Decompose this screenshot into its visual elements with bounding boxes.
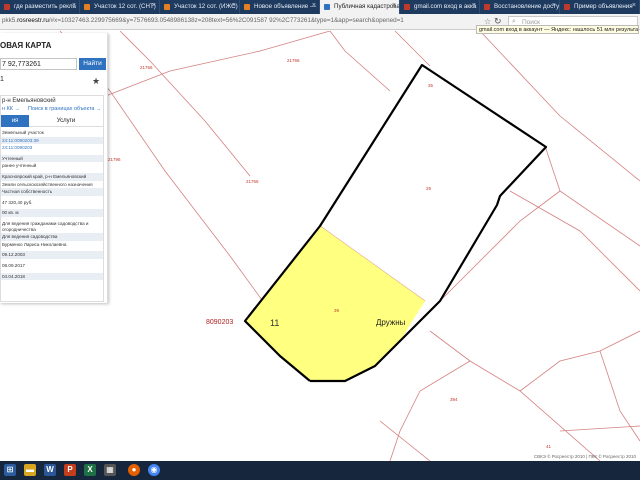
info-panel: ОВАЯ КАРТА 7 92,773261 Найти 1 ★ р-н Еме… [0, 33, 108, 303]
search-in-bounds-link[interactable]: Поиск в границах объекта → [28, 106, 101, 112]
browser-tab[interactable]: Пример объявления × [560, 0, 640, 14]
attribute-row: 00 кв. м [1, 209, 103, 217]
export-link[interactable]: н КК → [2, 106, 20, 112]
favicon-icon [404, 4, 410, 10]
folder-icon[interactable]: ▬ [24, 464, 36, 476]
result-count: 1 [0, 76, 4, 83]
close-icon[interactable]: × [632, 2, 636, 9]
attribute-row: Земли сельскохозяйственного назначения [2, 181, 93, 187]
map-label: 41 [546, 444, 552, 449]
browser-tab[interactable]: gmail.com вход в акка × [400, 0, 480, 14]
tab-strip: где разместить рекла × Участок 12 сот. (С… [0, 0, 640, 14]
attribute-row: Красноярский край, р-н Емельяновский [1, 172, 103, 181]
attribute-row: Для ведения гражданами садоводства и ого… [2, 220, 89, 232]
tab-label: Восстановление досту [494, 3, 560, 10]
windows-icon[interactable]: ⊞ [4, 464, 16, 476]
windows-taskbar: ⊞ ▬ W P X ▦ ● ◉ [0, 461, 640, 480]
tab-label: где разместить рекла [14, 3, 76, 10]
favicon-icon [244, 4, 250, 10]
map-label: 29 [426, 186, 432, 191]
cadastral-number-link[interactable]: 24:11:0090203:39 [1, 136, 103, 145]
map-label: 21766 [246, 179, 259, 184]
excel-icon[interactable]: X [84, 464, 96, 476]
attribute-row: Бурменко Лариса Николаевна [2, 241, 67, 247]
favicon-icon [324, 4, 330, 10]
favorite-star-icon[interactable]: ★ [92, 76, 100, 87]
find-button[interactable]: Найти [79, 58, 106, 70]
close-icon[interactable]: × [72, 2, 76, 9]
browser-tab[interactable]: где разместить рекла × [0, 0, 80, 14]
map-label: 21766 [287, 58, 300, 63]
attribute-row: ранее учтенный [2, 163, 37, 169]
tab-services[interactable]: Услуги [29, 115, 103, 127]
attribute-row: Для ведения садоводства [1, 233, 103, 241]
parcel-center-label: 39 [334, 308, 340, 313]
close-icon[interactable]: × [552, 2, 556, 9]
url-field[interactable]: pkk5.rosreestr.ru/#x=10327463.229975669&… [2, 17, 482, 27]
favicon-icon [564, 4, 570, 10]
attribute-row: Земельный участок [2, 130, 44, 135]
map-label: 21766 [140, 65, 153, 70]
firefox-icon[interactable]: ● [128, 464, 140, 476]
parcel-number: 11 [270, 318, 280, 328]
favicon-icon [164, 4, 170, 10]
map-label: 35 [428, 83, 434, 88]
tab-label: Пример объявления [574, 3, 633, 10]
browser-tab[interactable]: Участок 12 сот. (ИЖС) × [160, 0, 240, 14]
tab-label: Участок 12 сот. (ИЖС) [174, 3, 238, 10]
map-copyright: СВКЭ © Росреестр 2010 | ПКК © Росреестр … [533, 454, 636, 459]
card-header: р-н Емельяновский [2, 98, 56, 104]
chrome-icon[interactable]: ◉ [148, 464, 160, 476]
close-icon[interactable]: × [152, 2, 156, 9]
parcel-info-card: р-н Емельяновский н КК → Поиск в границах… [0, 95, 104, 302]
parcel-polygon[interactable] [245, 226, 425, 381]
favicon-icon [484, 4, 490, 10]
browser-tab-active[interactable]: Публичная кадастрова × [320, 0, 400, 14]
coordinates-search-input[interactable]: 7 92,773261 [0, 58, 77, 70]
favicon-icon [4, 4, 10, 10]
word-icon[interactable]: W [44, 464, 56, 476]
tab-label: gmail.com вход в акка [414, 3, 477, 10]
browser-tab[interactable]: Восстановление досту × [480, 0, 560, 14]
settlement-name: Дружны [376, 318, 406, 327]
attribute-row: 09.12.2003 [1, 251, 103, 259]
card-tabs: ия Услуги [1, 115, 103, 127]
url-prefix: pkk5. [2, 17, 18, 24]
tab-label: Участок 12 сот. (СНТ) [94, 3, 156, 10]
close-icon[interactable]: × [392, 2, 396, 9]
url-domain: rosreestr.ru [17, 17, 49, 24]
url-path: /#x=10327463.229975669&y=7576693.0548986… [48, 17, 404, 24]
map-label: 394 [450, 397, 458, 402]
powerpoint-icon[interactable]: P [64, 464, 76, 476]
map-label: 21796 [108, 157, 121, 162]
close-icon[interactable]: × [312, 2, 316, 9]
attribute-row: Частная собственность [1, 188, 103, 196]
tab-information[interactable]: ия [1, 115, 29, 127]
attribute-row: Учтенный [1, 154, 103, 163]
favicon-icon [84, 4, 90, 10]
close-icon[interactable]: × [232, 2, 236, 9]
tab-label: Новое объявление — [254, 3, 317, 10]
quarter-label: 8090203 [206, 319, 234, 326]
attribute-row: 47 320,40 руб. [2, 199, 33, 205]
close-icon[interactable]: × [472, 2, 476, 9]
tab-label: Публичная кадастрова [334, 3, 400, 10]
panel-title: ОВАЯ КАРТА [0, 41, 52, 50]
attribute-row: 04.04.2018 [1, 272, 103, 281]
address-bar: pkk5.rosreestr.ru/#x=10327463.229975669&… [0, 14, 640, 34]
cadastral-quarter-link[interactable]: 24:11:0090203 [1, 144, 103, 152]
search-notification[interactable]: gmail.com вход в аккаунт — Яндекс: нашло… [476, 25, 639, 34]
calculator-icon[interactable]: ▦ [104, 464, 116, 476]
attribute-row: 08.09.2017 [2, 262, 25, 268]
parcel-attributes: Земельный участок 24:11:0090203:39 24:11… [1, 129, 103, 281]
card-links: н КК → Поиск в границах объекта → [1, 106, 103, 112]
browser-tab[interactable]: Участок 12 сот. (СНТ) × [80, 0, 160, 14]
browser-tab[interactable]: Новое объявление — × [240, 0, 320, 14]
